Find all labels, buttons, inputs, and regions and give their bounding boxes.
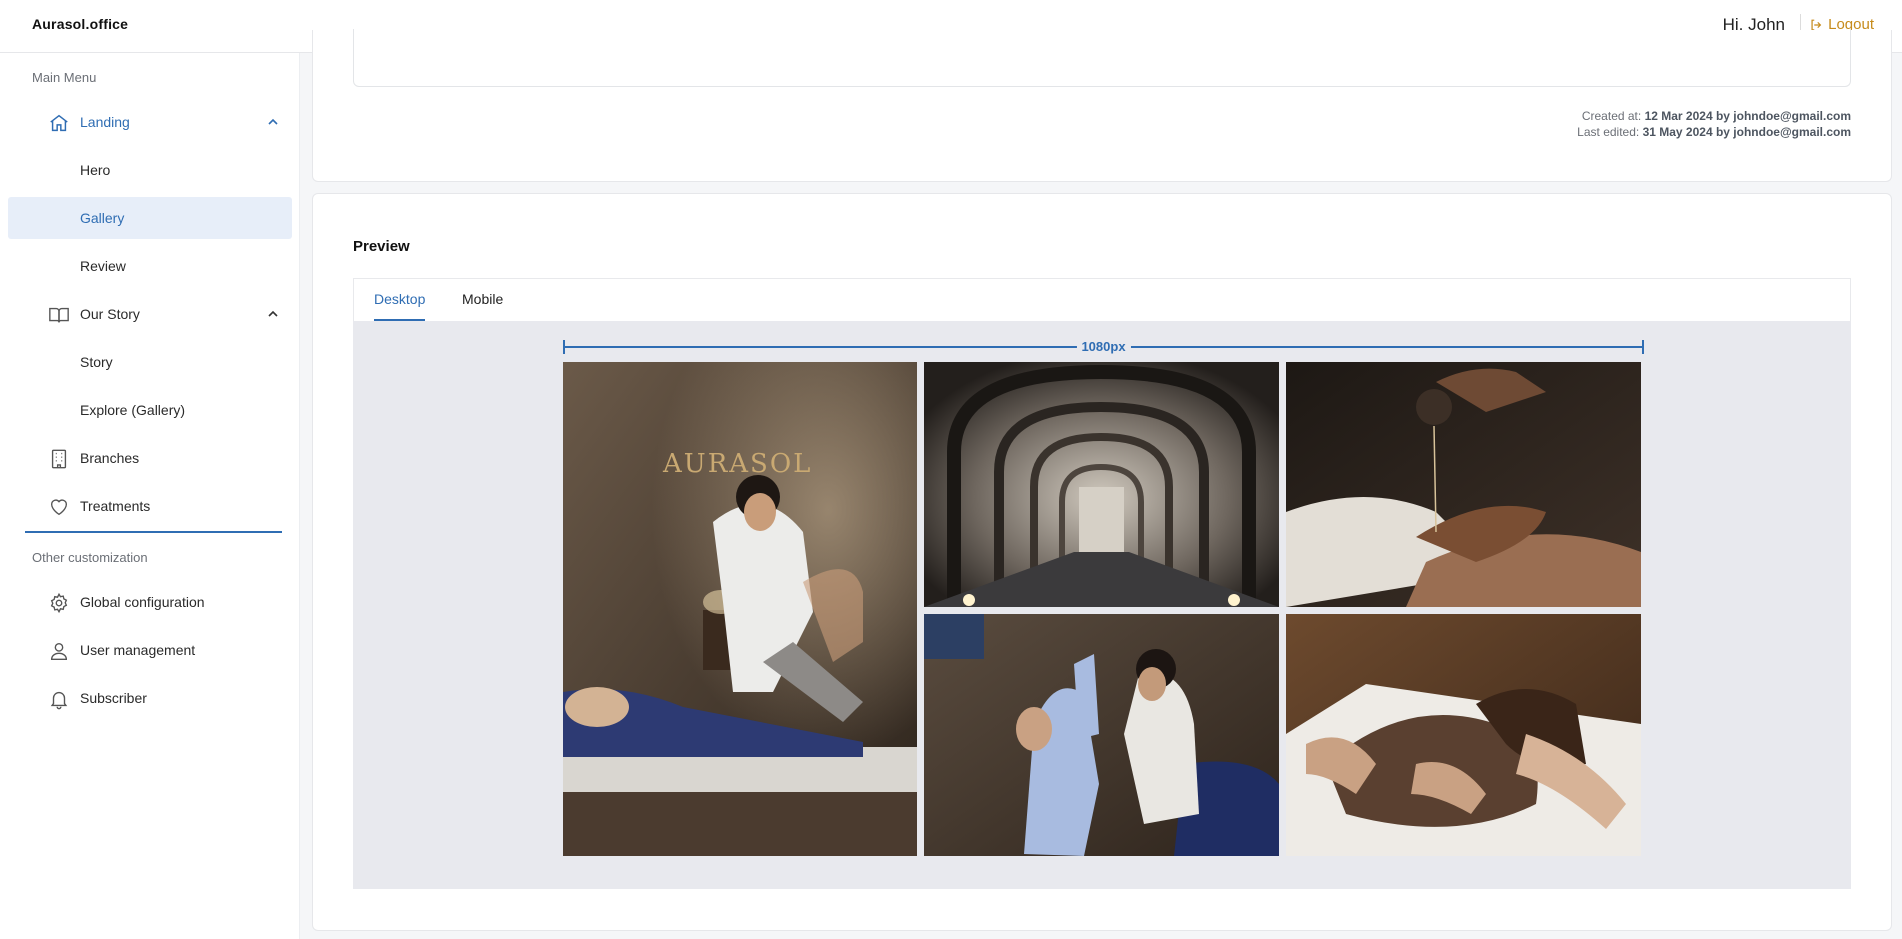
- sidebar-item-our-story[interactable]: Our Story: [8, 293, 292, 335]
- sidebar-item-review[interactable]: Review: [8, 245, 292, 287]
- ruler-label: 1080px: [1076, 339, 1131, 354]
- massage-room-image: AURASOL: [563, 362, 917, 856]
- created-value: 12 Mar 2024 by johndoe@gmail.com: [1644, 109, 1851, 123]
- app-brand[interactable]: Aurasol.office: [32, 16, 128, 32]
- building-icon: [51, 449, 67, 469]
- other-customization-label: Other customization: [32, 550, 148, 565]
- chevron-up-icon[interactable]: [266, 307, 280, 321]
- chevron-up-icon[interactable]: [266, 115, 280, 129]
- home-icon: [50, 114, 68, 132]
- tab-desktop[interactable]: Desktop: [374, 291, 425, 307]
- form-field-box: [353, 29, 1851, 87]
- width-ruler: 1080px: [563, 339, 1644, 354]
- gallery-image-1[interactable]: AURASOL: [563, 362, 917, 856]
- sidebar-item-treatments[interactable]: Treatments: [8, 485, 292, 527]
- gear-icon: [50, 592, 68, 614]
- ruler-tick-right: [1642, 340, 1644, 354]
- tab-mobile[interactable]: Mobile: [462, 291, 503, 307]
- sidebar-divider: [25, 531, 282, 533]
- sidebar-item-branches[interactable]: Branches: [8, 437, 292, 479]
- sidebar-item-subscriber[interactable]: Subscriber: [8, 677, 292, 719]
- sidebar-item-label: Treatments: [80, 498, 151, 514]
- sidebar-item-label: Gallery: [80, 210, 125, 226]
- sidebar: Main Menu Landing Hero Gallery Review Ou…: [0, 53, 300, 939]
- form-card: Created at: 12 Mar 2024 by johndoe@gmail…: [312, 29, 1892, 182]
- gallery-image-3[interactable]: [1286, 362, 1641, 607]
- sidebar-item-label: User management: [80, 642, 196, 658]
- sidebar-item-label: Branches: [80, 450, 140, 466]
- sidebar-item-label: Review: [80, 258, 126, 274]
- gallery-image-5[interactable]: [1286, 614, 1641, 856]
- sidebar-item-label: Global configuration: [80, 594, 205, 610]
- book-icon: [49, 307, 69, 323]
- heart-icon: [50, 499, 68, 516]
- sidebar-item-label: Explore (Gallery): [80, 402, 186, 418]
- sidebar-item-label: Subscriber: [80, 690, 147, 706]
- edited-value: 31 May 2024 by johndoe@gmail.com: [1642, 125, 1851, 139]
- user-icon: [50, 642, 68, 660]
- preview-card: Preview Desktop Mobile 1080px AURASOL: [312, 193, 1892, 931]
- sidebar-item-hero[interactable]: Hero: [8, 149, 292, 191]
- ruler-tick-left: [563, 340, 565, 354]
- sidebar-item-label: Story: [80, 354, 113, 370]
- aurasol-sign-text: AURASOL: [662, 449, 812, 479]
- sidebar-item-global-configuration[interactable]: Global configuration: [8, 581, 292, 623]
- preview-stage: 1080px AURASOL: [353, 321, 1851, 889]
- bell-icon: [50, 691, 68, 710]
- stretch-therapy-image: [924, 614, 1279, 856]
- sidebar-item-explore-gallery[interactable]: Explore (Gallery): [8, 389, 292, 431]
- sidebar-item-label: Our Story: [80, 306, 140, 322]
- corridor-image: [924, 362, 1279, 607]
- preview-tabs: Desktop Mobile: [353, 278, 1851, 321]
- sidebar-item-label: Landing: [80, 114, 130, 130]
- preview-title: Preview: [353, 238, 410, 255]
- oil-massage-image: [1286, 362, 1641, 607]
- edited-prefix: Last edited:: [1577, 125, 1640, 139]
- sidebar-item-label: Hero: [80, 162, 111, 178]
- sidebar-item-landing[interactable]: Landing: [8, 101, 292, 143]
- gallery-image-2[interactable]: [924, 362, 1279, 607]
- sidebar-item-user-management[interactable]: User management: [8, 629, 292, 671]
- sidebar-item-gallery[interactable]: Gallery: [8, 197, 292, 239]
- created-prefix: Created at:: [1581, 109, 1642, 123]
- record-meta: Created at: 12 Mar 2024 by johndoe@gmail…: [1577, 108, 1851, 140]
- body-scrub-image: [1286, 614, 1641, 856]
- main-menu-label: Main Menu: [32, 70, 97, 85]
- sidebar-item-story[interactable]: Story: [8, 341, 292, 383]
- gallery-image-4[interactable]: [924, 614, 1279, 856]
